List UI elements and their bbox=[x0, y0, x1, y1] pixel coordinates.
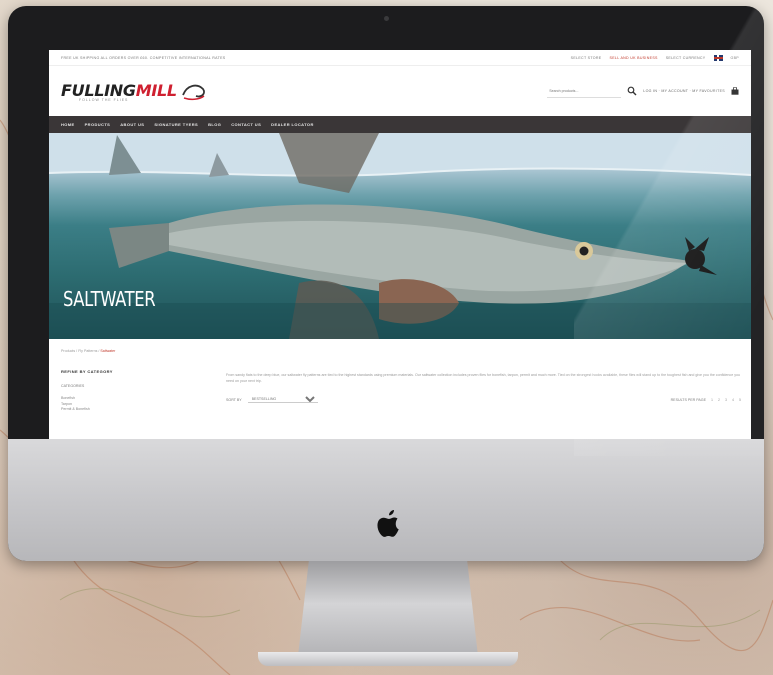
nav-dealer-locator[interactable]: DEALER LOCATOR bbox=[271, 122, 314, 127]
breadcrumb-fly-patterns[interactable]: Fly Patterns bbox=[78, 349, 97, 353]
select-store-link[interactable]: SELECT STORE bbox=[571, 56, 602, 60]
hero-banner: SALTWATER bbox=[49, 133, 751, 339]
filter-title: REFINE BY CATEGORY bbox=[61, 369, 113, 374]
browser-screen: FREE UK SHIPPING ALL ORDERS OVER £60. CO… bbox=[49, 50, 751, 450]
sort-label: SORT BY bbox=[226, 397, 242, 402]
category-intro: From sandy flats to the deep blue, our s… bbox=[226, 373, 740, 383]
nav-about-us[interactable]: ABOUT US bbox=[120, 122, 144, 127]
page-3[interactable]: 3 bbox=[725, 398, 727, 402]
brand-logo[interactable]: FULLINGMILL FOLLOW THE FLIES bbox=[61, 81, 207, 102]
apple-logo-icon bbox=[377, 510, 399, 537]
nav-home[interactable]: HOME bbox=[61, 122, 75, 127]
search-icon[interactable] bbox=[627, 86, 637, 96]
header-actions: LOG IN · MY ACCOUNT · MY FAVOURITES bbox=[547, 84, 739, 98]
page-5[interactable]: 5 bbox=[739, 398, 741, 402]
nav-signature-tyers[interactable]: SIGNATURE TYERS bbox=[154, 122, 198, 127]
promo-links: SELECT STORE SELL AND UK BUSINESS SELECT… bbox=[571, 54, 740, 61]
pagination: RESULTS PER PAGE 1 2 3 4 5 bbox=[671, 398, 741, 402]
page-4[interactable]: 4 bbox=[732, 398, 734, 402]
masthead: FULLINGMILL FOLLOW THE FLIES LOG IN · MY… bbox=[49, 66, 751, 116]
page-1[interactable]: 1 bbox=[711, 398, 713, 402]
fishhook-logo-icon bbox=[181, 84, 205, 101]
listing-toolbar: SORT BY BESTSELLING RESULTS PER PAGE 1 2… bbox=[226, 396, 741, 404]
breadcrumb: Products / Fly Patterns / Saltwater bbox=[61, 349, 116, 353]
shopping-bag-icon[interactable] bbox=[731, 87, 739, 95]
currency-value[interactable]: GBP bbox=[731, 56, 740, 60]
nav-products[interactable]: PRODUCTS bbox=[85, 122, 111, 127]
business-link[interactable]: SELL AND UK BUSINESS bbox=[610, 56, 658, 60]
main-nav: HOME PRODUCTS ABOUT US SIGNATURE TYERS B… bbox=[49, 116, 751, 133]
sort-select[interactable]: BESTSELLING bbox=[247, 396, 318, 404]
filter-sidebar: REFINE BY CATEGORY CATEGORIES Bonefish T… bbox=[61, 369, 171, 413]
pager-label: RESULTS PER PAGE bbox=[670, 397, 706, 402]
imac-chin bbox=[8, 439, 764, 561]
main-listing: From sandy flats to the deep blue, our s… bbox=[226, 373, 741, 404]
uk-flag-icon[interactable] bbox=[713, 54, 723, 61]
search-input[interactable] bbox=[547, 84, 622, 98]
brand-tagline: FOLLOW THE FLIES bbox=[79, 97, 129, 102]
filter-subtitle: CATEGORIES bbox=[61, 384, 85, 388]
filter-item-permit[interactable]: Permit & Bonefish bbox=[61, 407, 171, 413]
select-currency-link[interactable]: SELECT CURRENCY bbox=[666, 56, 706, 60]
promo-text: FREE UK SHIPPING ALL ORDERS OVER £60. CO… bbox=[61, 55, 226, 60]
breadcrumb-products[interactable]: Products bbox=[61, 349, 75, 353]
account-links[interactable]: LOG IN · MY ACCOUNT · MY FAVOURITES bbox=[643, 89, 725, 93]
hero-title: SALTWATER bbox=[63, 287, 156, 311]
imac-stand bbox=[298, 561, 478, 656]
imac-stand-base bbox=[258, 652, 518, 666]
filter-list: Bonefish Tarpon Permit & Bonefish bbox=[61, 396, 171, 413]
nav-blog[interactable]: BLOG bbox=[208, 122, 221, 127]
category-content: Products / Fly Patterns / Saltwater REFI… bbox=[49, 339, 751, 411]
sort-control: SORT BY BESTSELLING bbox=[226, 396, 318, 404]
nav-contact-us[interactable]: CONTACT US bbox=[231, 122, 261, 127]
page-2[interactable]: 2 bbox=[718, 398, 720, 402]
imac-frame: FREE UK SHIPPING ALL ORDERS OVER £60. CO… bbox=[8, 6, 764, 561]
breadcrumb-current: Saltwater bbox=[100, 349, 116, 353]
camera bbox=[384, 16, 389, 21]
promo-bar: FREE UK SHIPPING ALL ORDERS OVER £60. CO… bbox=[49, 50, 751, 66]
